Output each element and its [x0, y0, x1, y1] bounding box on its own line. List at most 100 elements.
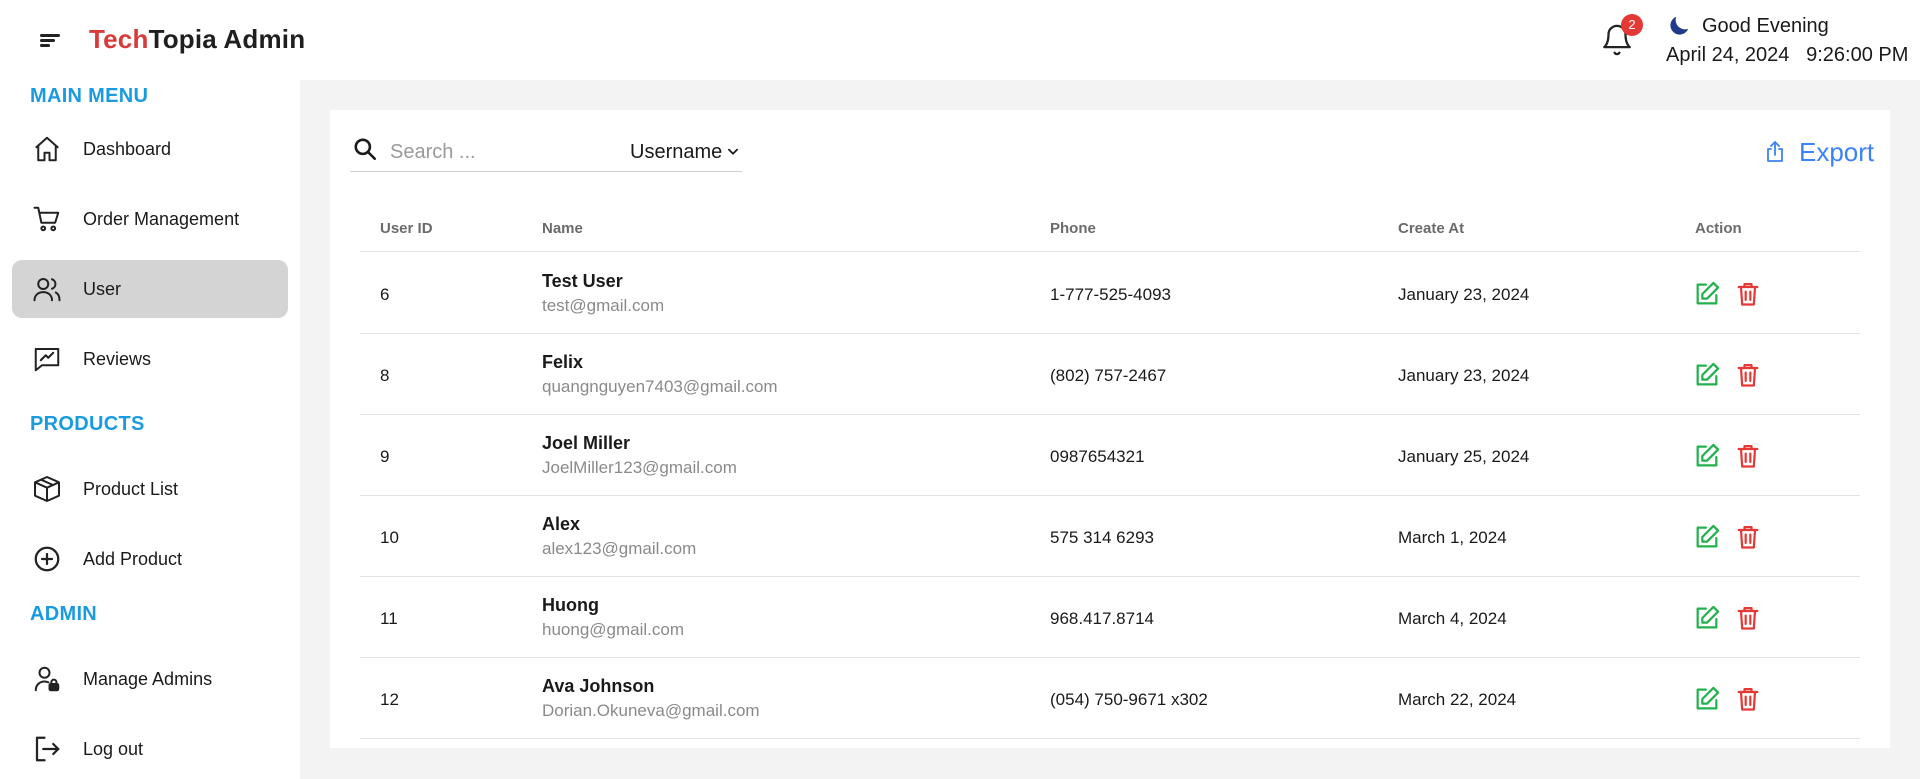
notification-badge: 2	[1621, 14, 1643, 36]
phone-cell: (802) 757-2467	[1050, 366, 1167, 385]
sidebar-item-manage-admins[interactable]: Manage Admins	[12, 650, 288, 708]
delete-icon[interactable]	[1734, 604, 1762, 632]
phone-cell: (054) 750-9671 x302	[1050, 690, 1208, 709]
top-bar: TechTopia Admin 2 Good Evening April 24,…	[0, 0, 1920, 80]
search-icon	[354, 138, 377, 161]
app-title: TechTopia Admin	[89, 24, 305, 55]
cart-icon	[30, 202, 64, 236]
user-name: Felix	[542, 352, 584, 372]
sidebar-item-label: Add Product	[83, 548, 183, 569]
edit-icon[interactable]	[1693, 604, 1721, 632]
section-products: PRODUCTS	[30, 413, 145, 435]
export-label: Export	[1799, 136, 1875, 167]
user-email: alex123@gmail.com	[542, 539, 697, 558]
created-at-cell: March 1, 2024	[1398, 528, 1507, 547]
edit-icon[interactable]	[1693, 442, 1721, 470]
sidebar-item-label: Reviews	[83, 348, 152, 369]
sidebar-item-label: Dashboard	[83, 138, 172, 159]
col-phone: Phone	[1050, 220, 1096, 237]
edit-icon[interactable]	[1693, 685, 1721, 713]
sidebar-item-label: Manage Admins	[83, 668, 213, 689]
user-name: Joel Miller	[542, 433, 631, 453]
table-row: 9 Joel Miller JoelMiller123@gmail.com 09876…	[360, 415, 1860, 496]
user-id-cell: 9	[380, 447, 390, 466]
user-id-cell: 8	[380, 366, 390, 385]
phone-cell: 0987654321	[1050, 447, 1145, 466]
user-id-cell: 10	[380, 528, 399, 547]
delete-icon[interactable]	[1734, 442, 1762, 470]
phone-cell: 575 314 6293	[1050, 528, 1154, 547]
sidebar-item-reviews[interactable]: Reviews	[12, 330, 288, 388]
plus-circle-icon	[30, 542, 64, 576]
date-time: April 24, 2024 9:26:00 PM	[1666, 44, 1908, 67]
created-at-cell: January 23, 2024	[1398, 366, 1530, 385]
user-email: quangnguyen7403@gmail.com	[542, 377, 778, 396]
sidebar-item-label: Product List	[83, 478, 179, 499]
user-email: test@gmail.com	[542, 296, 665, 315]
section-admin: ADMIN	[30, 603, 98, 625]
phone-cell: 968.417.8714	[1050, 609, 1154, 628]
table-row: 6 Test User test@gmail.com 1-777-525-4093 Ja…	[360, 253, 1860, 334]
search-field-value: Username	[630, 140, 723, 163]
section-main-menu: MAIN MENU	[30, 85, 149, 107]
delete-icon[interactable]	[1734, 685, 1762, 713]
sidebar-item-user[interactable]: User	[12, 260, 288, 318]
user-name: Alex	[542, 514, 581, 534]
created-at-cell: January 25, 2024	[1398, 447, 1530, 466]
review-icon	[30, 342, 64, 376]
col-action: Action	[1695, 220, 1742, 237]
brand-accent: Tech	[89, 24, 149, 54]
created-at-cell: January 23, 2024	[1398, 285, 1530, 304]
sidebar-item-label: User	[83, 278, 122, 299]
table-row: 10 Alex alex123@gmail.com 575 314 6293 March…	[360, 496, 1860, 577]
table-header: User ID Name Phone Create At Action	[360, 210, 1860, 252]
search-input[interactable]	[390, 138, 620, 166]
user-name: Huong	[542, 595, 599, 615]
user-name: Ava Johnson	[542, 676, 655, 696]
table-row: 11 Huong huong@gmail.com 968.417.8714 March …	[360, 577, 1860, 658]
edit-icon[interactable]	[1693, 280, 1721, 308]
date-text: April 24, 2024	[1666, 44, 1790, 66]
sidebar-item-label: Log out	[83, 738, 144, 759]
greeting-text: Good Evening	[1702, 14, 1829, 37]
edit-icon[interactable]	[1693, 523, 1721, 551]
phone-cell: 1-777-525-4093	[1050, 285, 1171, 304]
user-email: JoelMiller123@gmail.com	[542, 458, 737, 477]
col-created: Create At	[1398, 220, 1465, 237]
user-email: Dorian.Okuneva@gmail.com	[542, 701, 760, 720]
sidebar-item-add-product[interactable]: Add Product	[12, 530, 288, 588]
search-field-select[interactable]: Username	[630, 138, 740, 166]
user-id-cell: 6	[380, 285, 390, 304]
col-name: Name	[542, 220, 583, 237]
user-name: Test User	[542, 271, 623, 291]
greeting: Good Evening	[1666, 12, 1829, 40]
logout-icon	[30, 732, 64, 766]
delete-icon[interactable]	[1734, 523, 1762, 551]
time-text: 9:26:00 PM	[1806, 44, 1909, 66]
user-email: huong@gmail.com	[542, 620, 684, 639]
user-id-cell: 11	[380, 609, 398, 628]
sidebar-item-product-list[interactable]: Product List	[12, 460, 288, 518]
sidebar-item-label: Order Management	[83, 208, 240, 229]
created-at-cell: March 22, 2024	[1398, 690, 1517, 709]
users-icon	[30, 272, 64, 306]
moon-icon	[1670, 16, 1689, 35]
user-id-cell: 12	[380, 690, 399, 709]
home-icon	[30, 132, 64, 166]
export-icon	[1767, 141, 1783, 162]
created-at-cell: March 4, 2024	[1398, 609, 1507, 628]
delete-icon[interactable]	[1734, 361, 1762, 389]
sidebar-item-log-out[interactable]: Log out	[12, 720, 288, 778]
search-bar: Username	[350, 132, 742, 172]
brand-rest: Topia Admin	[148, 24, 306, 54]
chevron-down-icon	[728, 148, 739, 155]
menu-toggle-icon[interactable]	[36, 28, 64, 52]
edit-icon[interactable]	[1693, 361, 1721, 389]
export-button[interactable]: Export	[1763, 134, 1874, 170]
box-icon	[30, 472, 64, 506]
delete-icon[interactable]	[1734, 280, 1762, 308]
sidebar-item-dashboard[interactable]: Dashboard	[12, 120, 288, 178]
sidebar-item-order-management[interactable]: Order Management	[12, 190, 288, 248]
col-user-id: User ID	[380, 220, 433, 237]
admin-lock-icon	[30, 662, 64, 696]
